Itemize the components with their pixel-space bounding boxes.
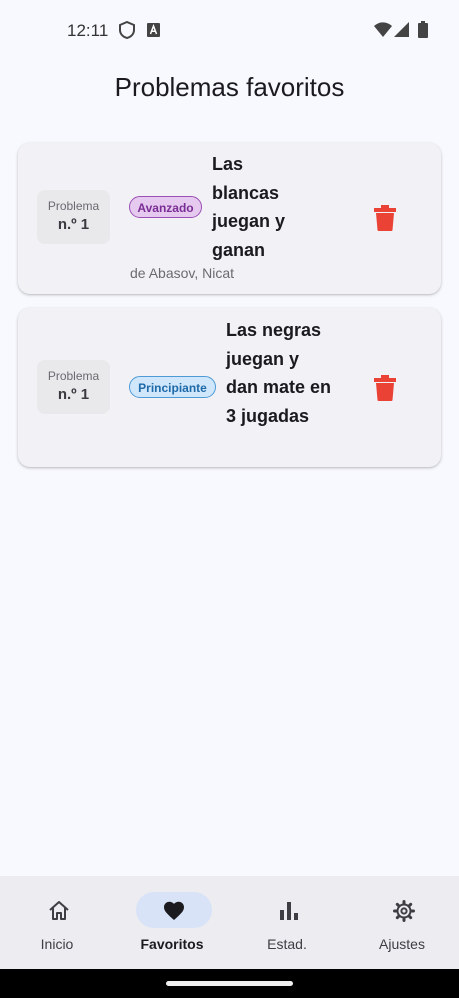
nav-item-inicio[interactable]: Inicio <box>0 876 114 969</box>
problem-number-value: n.º 1 <box>57 386 90 403</box>
system-navigation-bar <box>0 969 459 998</box>
trash-icon <box>374 205 396 231</box>
bar-chart-icon <box>280 902 298 920</box>
page-title: Problemas favoritos <box>114 72 345 102</box>
problem-author: de Abasov, Nicat <box>130 265 235 281</box>
status-bar: 12:11 <box>0 0 459 60</box>
nav-label: Inicio <box>40 936 74 952</box>
nav-label: Favoritos <box>140 936 204 952</box>
status-time: 12:11 <box>67 21 109 40</box>
gear-icon <box>393 900 415 922</box>
problem-number-label: Problema <box>47 369 100 383</box>
nav-item-estadisticas[interactable]: Estad. <box>230 876 344 969</box>
signal-icon <box>394 22 409 42</box>
problem-number-label: Problema <box>47 199 100 213</box>
nav-label: Estad. <box>267 936 307 952</box>
favorite-card[interactable]: Problema n.º 1 Avanzado Las blancas jueg… <box>18 143 441 294</box>
home-gesture-handle[interactable] <box>166 981 293 986</box>
bottom-navigation: Inicio Favoritos Estad. Ajustes <box>0 876 459 969</box>
trash-icon <box>374 375 396 401</box>
wifi-icon <box>374 22 392 43</box>
problem-title: Las negras juegan y dan mate en 3 jugada… <box>226 320 332 426</box>
battery-icon <box>418 21 428 43</box>
problem-number-box: Problema n.º 1 <box>37 360 110 414</box>
font-a-icon <box>147 23 160 42</box>
delete-button[interactable] <box>373 205 397 231</box>
shield-icon <box>119 20 135 44</box>
problem-number-box: Problema n.º 1 <box>37 190 110 244</box>
nav-item-favoritos[interactable]: Favoritos <box>115 876 229 969</box>
nav-item-ajustes[interactable]: Ajustes <box>345 876 459 969</box>
problem-number-value: n.º 1 <box>57 216 90 233</box>
nav-label: Ajustes <box>379 936 425 952</box>
delete-button[interactable] <box>373 375 397 401</box>
level-badge: Principiante <box>129 376 216 398</box>
heart-icon <box>164 901 184 920</box>
level-badge: Avanzado <box>129 196 202 218</box>
home-icon <box>49 901 69 920</box>
favorite-card[interactable]: Problema n.º 1 Principiante Las negras j… <box>18 308 441 467</box>
problem-title: Las blancas juegan y ganan <box>212 154 286 260</box>
